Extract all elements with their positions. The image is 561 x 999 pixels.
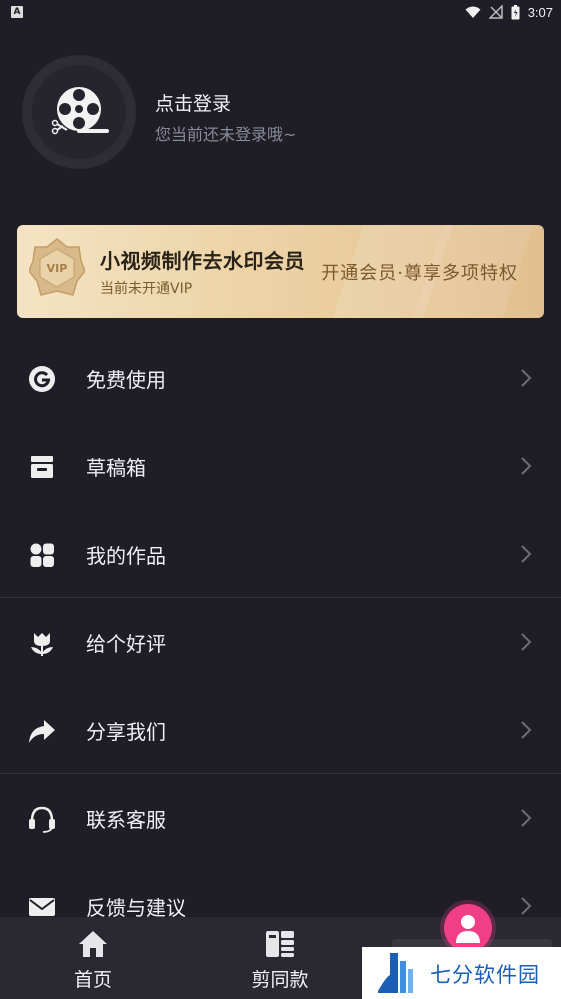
google-g-icon	[29, 366, 55, 392]
menu-label: 联系客服	[86, 808, 166, 832]
drafts-box-icon	[31, 456, 53, 478]
headset-icon	[29, 806, 55, 833]
chevron-right-icon	[521, 369, 532, 387]
watermark-text: 七分软件园	[430, 963, 540, 987]
tab-label: 首页	[73, 969, 112, 991]
menu-item-my-works[interactable]: 我的作品	[0, 510, 561, 598]
menu-item-drafts[interactable]: 草稿箱	[0, 422, 561, 510]
menu-label: 我的作品	[86, 544, 166, 568]
film-reel-icon	[51, 87, 109, 135]
person-icon	[456, 915, 480, 943]
watermark: 七分软件园	[362, 947, 561, 999]
profile-header[interactable]: 点击登录 您当前还未登录哦~	[22, 55, 542, 175]
chevron-right-icon	[521, 897, 532, 915]
status-icons: 3:07	[465, 3, 553, 21]
template-icon	[266, 931, 294, 957]
clock: 3:07	[527, 4, 553, 20]
tab-templates[interactable]: 剪同款	[210, 917, 350, 999]
menu-label: 免费使用	[86, 368, 166, 392]
works-grid-icon	[30, 543, 54, 567]
avatar[interactable]	[22, 55, 136, 169]
settings-menu: 免费使用 草稿箱 我的作品 给个好评 分享我们 联系客服 反馈与建议	[0, 334, 561, 950]
flower-icon	[31, 633, 53, 656]
menu-item-share[interactable]: 分享我们	[0, 686, 561, 774]
menu-item-rate-us[interactable]: 给个好评	[0, 598, 561, 686]
vip-promo-text[interactable]: 开通会员·尊享多项特权	[321, 259, 518, 285]
login-title[interactable]: 点击登录	[155, 89, 231, 116]
vip-badge-icon: VIP	[29, 238, 85, 296]
chevron-right-icon	[521, 633, 532, 651]
chevron-right-icon	[521, 545, 532, 563]
vip-banner[interactable]: VIP 小视频制作去水印会员 当前未开通VIP 开通会员·尊享多项特权	[17, 225, 544, 318]
battery-icon	[511, 4, 520, 19]
menu-label: 给个好评	[86, 632, 166, 656]
chevron-right-icon	[521, 721, 532, 739]
status-bar: A 3:07	[0, 0, 561, 24]
building-logo-icon	[378, 953, 413, 993]
menu-label: 草稿箱	[86, 456, 146, 480]
share-arrow-icon	[29, 720, 55, 743]
vip-title: 小视频制作去水印会员	[100, 249, 305, 273]
chevron-right-icon	[521, 809, 532, 827]
chevron-right-icon	[521, 457, 532, 475]
notification-icon: A	[11, 6, 23, 18]
tab-label: 剪同款	[251, 969, 309, 991]
profile-fab[interactable]	[444, 904, 492, 952]
svg-text:VIP: VIP	[47, 262, 68, 275]
wifi-icon	[465, 6, 481, 18]
vip-status: 当前未开通VIP	[100, 281, 193, 297]
menu-item-free-use[interactable]: 免费使用	[0, 334, 561, 422]
signal-off-icon	[488, 5, 503, 19]
menu-label: 分享我们	[86, 720, 166, 744]
tab-home[interactable]: 首页	[23, 917, 163, 999]
menu-item-customer-service[interactable]: 联系客服	[0, 774, 561, 862]
home-icon	[79, 931, 107, 957]
login-subtitle: 您当前还未登录哦~	[155, 125, 297, 144]
